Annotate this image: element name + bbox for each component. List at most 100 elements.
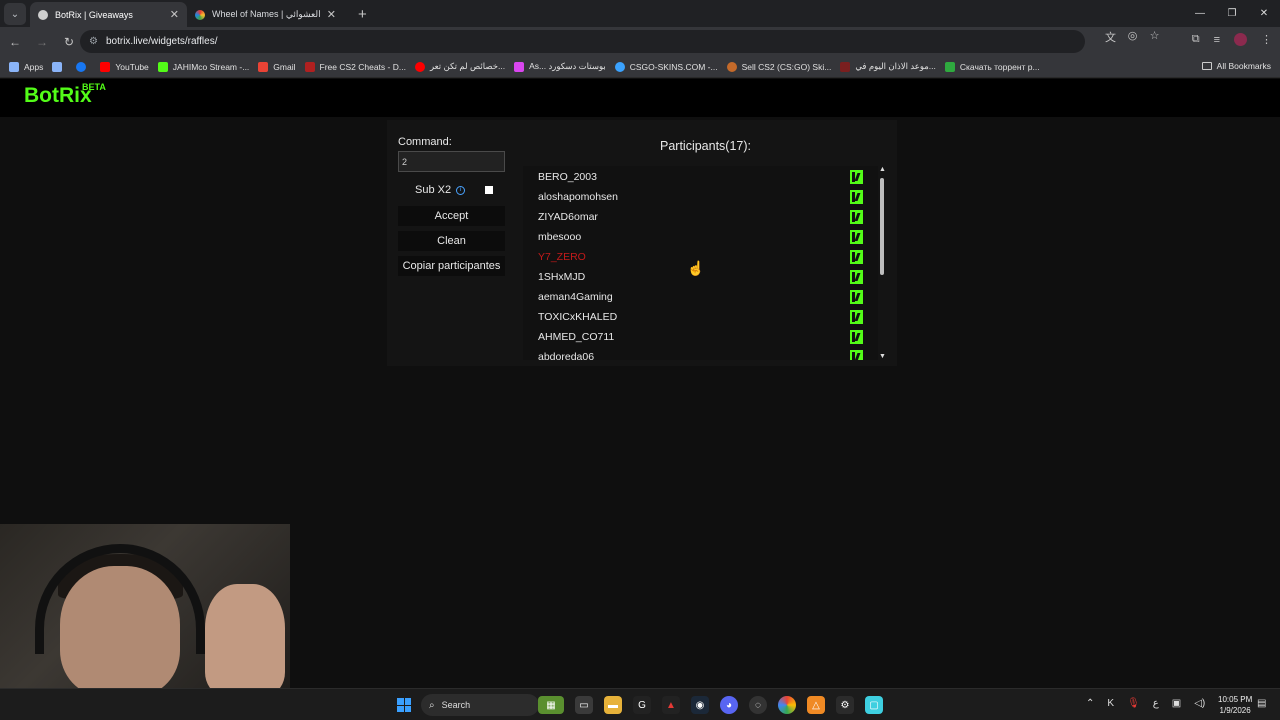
bookmark-csgo-skins[interactable]: CSGO-SKINS.COM -...	[614, 61, 718, 72]
site-icon	[726, 61, 737, 72]
eye-off-icon[interactable]: ◎	[1125, 29, 1140, 45]
logitech-icon[interactable]: G	[633, 696, 651, 714]
info-icon[interactable]: i	[456, 185, 466, 195]
media-icon[interactable]: ≡	[1214, 34, 1220, 46]
bookmark-apps[interactable]: Apps	[9, 61, 43, 72]
botrix-favicon-icon	[38, 9, 48, 20]
widgets-icon[interactable]: ▦	[538, 696, 564, 714]
taskbar-search[interactable]: ⌕ Search	[421, 694, 539, 716]
date-text: 1/9/2026	[1219, 706, 1251, 715]
new-tab-button[interactable]: +	[358, 6, 367, 23]
close-window-icon[interactable]: ✕	[1248, 0, 1280, 26]
kick-icon	[850, 350, 863, 360]
minimize-icon[interactable]: —	[1184, 0, 1216, 26]
all-bookmarks[interactable]: All Bookmarks	[1201, 61, 1271, 71]
facebook-icon	[76, 61, 87, 72]
bookmark-kick[interactable]: JAHIMco Stream -...	[157, 61, 249, 72]
site-icon	[840, 61, 851, 72]
beta-badge: BETA	[82, 82, 106, 92]
participants-scrollbar[interactable]: ▲ ▼	[879, 166, 887, 360]
tab-search-button[interactable]: ⌄	[4, 3, 26, 25]
translate-icon[interactable]: 文	[1103, 29, 1118, 45]
volume-icon[interactable]: ◁)	[1194, 698, 1205, 709]
chrome-icon[interactable]	[778, 696, 796, 714]
menu-icon[interactable]: ⋮	[1261, 33, 1272, 46]
command-input[interactable]	[398, 151, 505, 172]
bookmark-gmail[interactable]: Gmail	[258, 61, 296, 72]
site-icon	[944, 61, 955, 72]
gem-icon	[514, 61, 525, 72]
site-icon	[304, 61, 315, 72]
bookmark-discord-posts[interactable]: As... بوستات دسكورد	[514, 61, 606, 72]
clean-button[interactable]: Clean	[398, 231, 505, 251]
bookmark-youtube[interactable]: YouTube	[100, 61, 149, 72]
star-icon[interactable]: ☆	[1147, 29, 1162, 45]
site-info-icon[interactable]: ⚙	[89, 36, 98, 47]
apps-grid-icon	[9, 61, 19, 72]
address-bar[interactable]: ⚙ botrix.live/widgets/raffles/	[80, 30, 1085, 53]
taskbar-clock[interactable]: 10:05 PM 1/9/2026	[1218, 694, 1252, 716]
youtube-icon	[414, 61, 425, 72]
bookmark-youtube-ar[interactable]: خصائص لم تكن تعر...	[414, 61, 505, 72]
scroll-up-icon[interactable]: ▲	[879, 166, 886, 173]
scroll-thumb[interactable]	[880, 178, 884, 275]
scroll-down-icon[interactable]: ▼	[879, 353, 886, 360]
file-explorer-icon[interactable]: ▬	[604, 696, 622, 714]
kick-icon	[850, 210, 863, 224]
app-icon[interactable]: ▢	[865, 696, 883, 714]
wheel-favicon-icon	[195, 9, 205, 20]
search-icon: ⌕	[429, 699, 435, 711]
vlc-icon[interactable]: △	[807, 696, 825, 714]
profile-avatar[interactable]	[1234, 33, 1247, 46]
sub-x2-row: Sub X2 i	[398, 182, 505, 198]
bookmark-grid[interactable]	[52, 61, 67, 72]
browser-toolbar: ← → ↻ ⚙ botrix.live/widgets/raffles/ 文 ◎…	[0, 27, 1280, 56]
notification-icon[interactable]: ▤	[1257, 698, 1266, 709]
kick-icon	[850, 270, 863, 284]
grid-icon	[52, 61, 63, 72]
accept-button[interactable]: Accept	[398, 206, 505, 226]
forward-icon[interactable]: →	[30, 35, 54, 49]
tab-wheel-of-names[interactable]: Wheel of Names | اسم العشوائي ✕	[187, 2, 344, 27]
tab-title: BotRix | Giveaways	[55, 9, 133, 20]
chevron-up-icon[interactable]: ⌃	[1086, 698, 1094, 709]
tab-title: Wheel of Names | اسم العشوائي	[212, 9, 323, 19]
kick-icon	[850, 310, 863, 324]
list-item: aloshapomohsen	[538, 187, 863, 207]
participants-title: Participants(17):	[660, 139, 752, 153]
window-controls: — ❐ ✕	[1184, 0, 1280, 26]
windows-start-icon[interactable]	[397, 698, 411, 712]
discord-icon[interactable]: ◕	[720, 696, 738, 714]
tab-botrix[interactable]: BotRix | Giveaways ✕	[30, 2, 187, 27]
task-view-icon[interactable]: ▭	[575, 696, 593, 714]
site-header: BotRix BETA	[0, 79, 1280, 117]
bookmark-prayer-times[interactable]: موعد الاذان اليوم في...	[840, 61, 936, 72]
kick-icon	[850, 230, 863, 244]
antivirus-icon[interactable]: ▲	[662, 696, 680, 714]
gmail-icon	[258, 61, 269, 72]
copy-participants-button[interactable]: Copiar participantes	[398, 256, 505, 276]
restore-icon[interactable]: ❐	[1216, 0, 1248, 26]
close-icon[interactable]: ✕	[170, 8, 179, 21]
kick-icon	[850, 170, 863, 184]
settings-icon[interactable]: ⚙	[836, 696, 854, 714]
bookmark-sell-cs2[interactable]: Sell CS2 (CS:GO) Ski...	[726, 61, 831, 72]
network-icon[interactable]: ▣	[1172, 698, 1181, 709]
back-icon[interactable]: ←	[3, 35, 27, 49]
sub-x2-checkbox[interactable]	[485, 186, 493, 194]
extensions-icon[interactable]: ⧉	[1192, 33, 1200, 46]
close-icon[interactable]: ✕	[327, 8, 336, 21]
bookmark-cheats[interactable]: Free CS2 Cheats - D...	[304, 61, 406, 72]
reload-icon[interactable]: ↻	[57, 35, 81, 49]
kick-tray-icon[interactable]: K	[1107, 698, 1114, 709]
command-label: Command:	[398, 136, 452, 148]
obs-icon[interactable]: ◌	[749, 696, 767, 714]
language-indicator[interactable]: ع	[1153, 698, 1159, 709]
steam-icon[interactable]: ◉	[691, 696, 709, 714]
kick-icon	[850, 330, 863, 344]
microphone-icon[interactable]: 🎙	[1127, 698, 1140, 709]
bookmark-torrent[interactable]: Скачать торрент р...	[944, 61, 1040, 72]
bookmark-facebook[interactable]	[76, 61, 91, 72]
bookmarks-bar: Apps YouTube JAHIMco Stream -... Gmail F…	[0, 56, 1280, 78]
list-item: BERO_2003	[538, 167, 863, 187]
